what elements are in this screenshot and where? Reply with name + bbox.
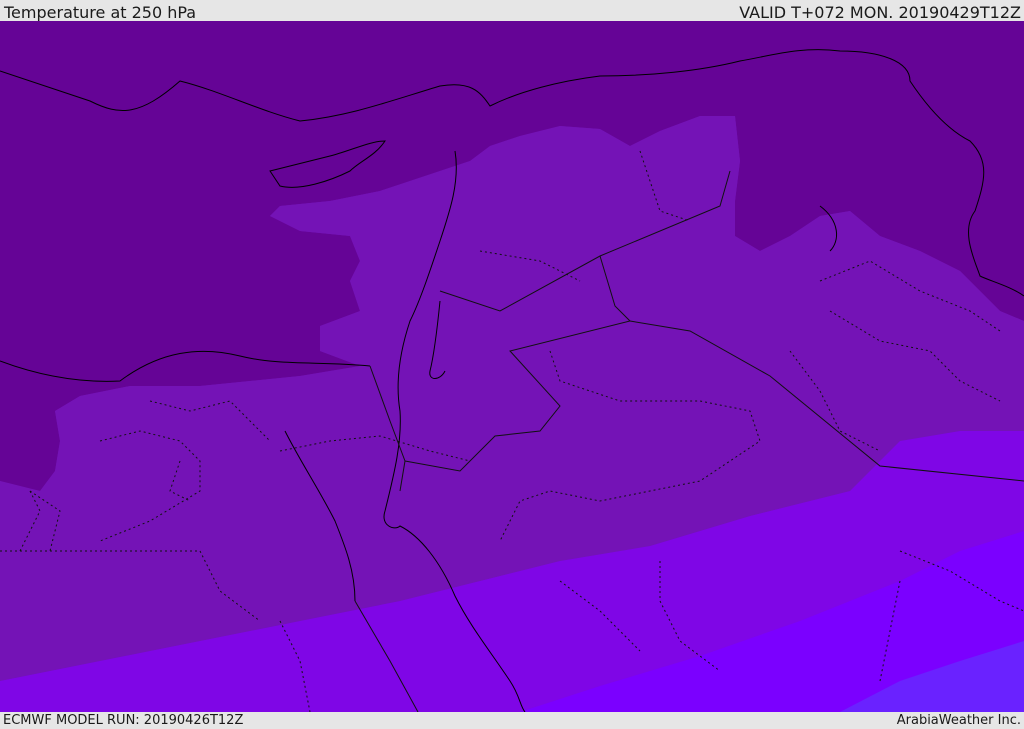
temperature-map[interactable] bbox=[0, 21, 1024, 712]
map-footer: ECMWF MODEL RUN: 20190426T12Z ArabiaWeat… bbox=[0, 712, 1024, 729]
model-run-label: ECMWF MODEL RUN: 20190426T12Z bbox=[3, 713, 244, 728]
weather-map-frame: Temperature at 250 hPa VALID T+072 MON. … bbox=[0, 0, 1024, 729]
valid-time-label: VALID T+072 MON. 20190429T12Z bbox=[739, 3, 1021, 22]
map-header: Temperature at 250 hPa VALID T+072 MON. … bbox=[0, 0, 1024, 22]
map-canvas bbox=[0, 21, 1024, 712]
credit-label: ArabiaWeather Inc. bbox=[896, 713, 1021, 728]
map-title: Temperature at 250 hPa bbox=[4, 3, 197, 22]
